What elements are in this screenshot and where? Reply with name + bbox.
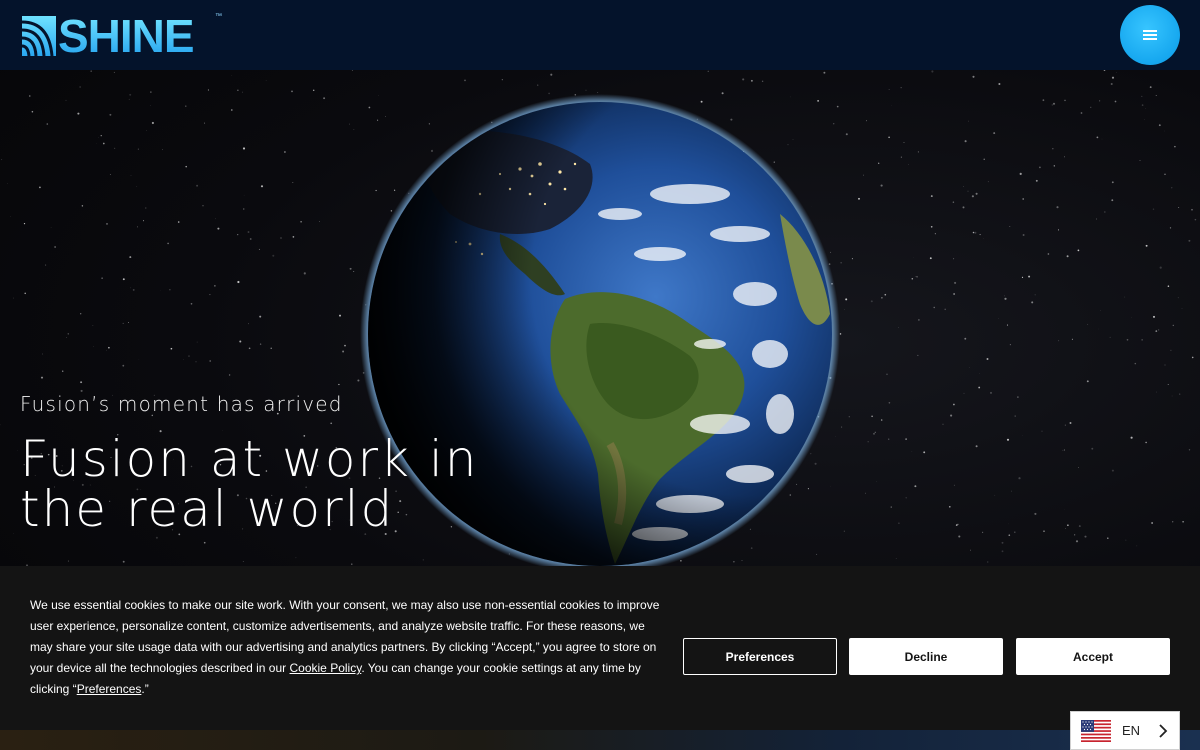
hero-headline: Fusion at work in the real world <box>20 430 479 538</box>
hamburger-menu-icon <box>1143 30 1157 40</box>
shine-logo[interactable]: SHINE ™ <box>22 10 222 62</box>
hero-kicker: Fusion’s moment has arrived <box>20 392 343 416</box>
language-label: EN <box>1122 723 1141 738</box>
trademark-symbol: ™ <box>215 13 222 20</box>
language-switcher[interactable]: EN <box>1070 711 1180 750</box>
accept-button[interactable]: Accept <box>1016 638 1170 675</box>
next-section-peek <box>0 730 1200 750</box>
preferences-link[interactable]: Preferences <box>77 682 142 696</box>
logo-wordmark: SHINE <box>58 10 195 62</box>
preferences-button[interactable]: Preferences <box>683 638 837 675</box>
chevron-right-icon <box>1159 724 1168 738</box>
decline-button[interactable]: Decline <box>849 638 1003 675</box>
cookie-text-part3: .” <box>141 682 149 696</box>
cookie-consent-text: We use essential cookies to make our sit… <box>30 595 660 700</box>
us-flag-icon <box>1081 720 1111 742</box>
cookie-policy-link[interactable]: Cookie Policy <box>290 661 362 675</box>
shine-swoosh-icon <box>22 16 56 56</box>
menu-button[interactable] <box>1120 5 1180 65</box>
page: SHINE ™ Fusion’s moment has arrived Fusi… <box>0 0 1200 750</box>
site-header: SHINE ™ <box>0 0 1200 70</box>
cookie-consent-banner: We use essential cookies to make our sit… <box>0 566 1200 730</box>
